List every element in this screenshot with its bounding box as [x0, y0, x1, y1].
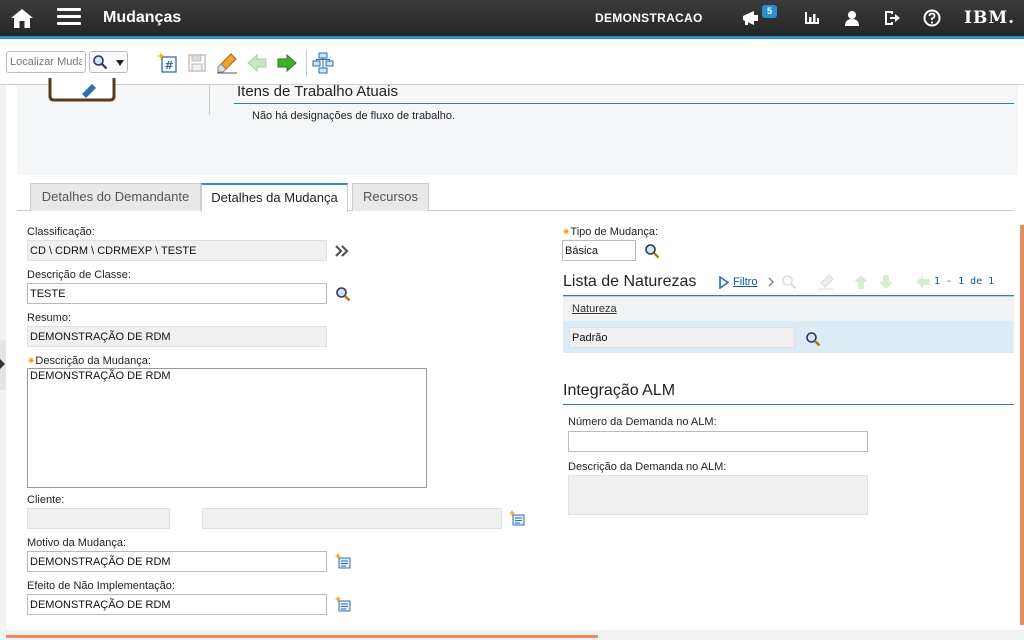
previous-page-disabled-icon — [916, 276, 930, 288]
cliente-label: Cliente: — [27, 494, 65, 506]
scroll-indicator-right — [1020, 225, 1024, 625]
classificacao-label: Classificação: — [27, 226, 95, 238]
filter-link[interactable]: Filtro — [733, 276, 757, 288]
find-record-button[interactable] — [89, 51, 128, 73]
search-icon[interactable] — [644, 243, 660, 259]
home-icon[interactable] — [10, 7, 34, 29]
classificacao-field: CD \ CDRM \ CDRMEXP \ TESTE — [27, 240, 327, 261]
bulletin-board-icon[interactable] — [741, 8, 761, 28]
descricao-classe-field[interactable]: TESTE — [27, 283, 327, 304]
select-value-icon[interactable] — [509, 510, 525, 526]
clipboard-icon — [48, 78, 116, 102]
arrow-down-disabled-icon — [879, 275, 893, 289]
efeito-field[interactable]: DEMONSTRAÇÃO DE RDM — [27, 594, 327, 615]
tab-detalhes-demandante[interactable]: Detalhes do Demandante — [30, 183, 201, 211]
naturezas-title: Lista de Naturezas — [563, 273, 697, 290]
cliente-field — [27, 508, 170, 529]
search-icon — [93, 55, 108, 70]
descricao-mudanca-label-text: Descrição da Mudança: — [35, 355, 151, 367]
work-items-title: Itens de Trabalho Atuais — [237, 83, 398, 100]
descricao-classe-label: Descrição de Classe: — [27, 269, 131, 281]
paging-info: 1 - 1 de 1 — [934, 276, 995, 287]
long-description-icon[interactable] — [335, 596, 351, 612]
expand-arrow-icon — [0, 359, 5, 369]
side-panel-toggle[interactable] — [0, 340, 6, 390]
toolbar: # — [0, 39, 1024, 85]
tab-recursos[interactable]: Recursos — [352, 183, 429, 211]
workflow-icon[interactable] — [312, 52, 334, 74]
report-chart-icon[interactable] — [802, 8, 822, 28]
descricao-demanda-label: Descrição da Demanda no ALM: — [568, 461, 727, 473]
natureza-field: Padrão — [569, 327, 795, 348]
resumo-label: Resumo: — [27, 312, 72, 324]
clear-filter-disabled-icon — [819, 274, 834, 290]
cliente-description-field — [202, 508, 502, 529]
numero-demanda-field[interactable] — [568, 431, 868, 452]
table-row[interactable]: Padrão — [563, 321, 1014, 353]
double-chevron-right-icon[interactable] — [334, 243, 350, 259]
work-items-panel — [17, 85, 1018, 175]
naturezas-table-header: Natureza — [563, 296, 1014, 321]
sign-out-icon[interactable] — [882, 8, 902, 28]
clear-changes-icon[interactable] — [216, 52, 238, 74]
tipo-mudanca-label: ✷Tipo de Mudança: — [562, 226, 658, 238]
resumo-field: DEMONSTRAÇÃO DE RDM — [27, 326, 327, 347]
menu-icon[interactable] — [57, 8, 81, 28]
save-icon[interactable] — [186, 52, 208, 74]
chevron-down-icon — [116, 60, 124, 66]
alm-title: Integração ALM — [563, 382, 676, 399]
tipo-mudanca-field[interactable]: Básica — [562, 240, 636, 261]
arrow-up-disabled-icon — [854, 275, 868, 289]
user-profile-icon[interactable] — [842, 8, 862, 28]
tab-detalhes-mudanca[interactable]: Detalhes da Mudança — [201, 183, 348, 212]
tipo-mudanca-label-text: Tipo de Mudança: — [570, 226, 659, 238]
filter-toggle-icon[interactable] — [719, 276, 729, 289]
descricao-mudanca-textarea[interactable]: DEMONSTRAÇÃO DE RDM — [27, 368, 427, 488]
scroll-indicator-bottom — [6, 635, 598, 638]
ibm-logo: IBM. — [964, 8, 1016, 28]
descricao-demanda-textarea — [568, 475, 868, 515]
numero-demanda-label: Número da Demanda no ALM: — [568, 416, 717, 428]
search-disabled-icon — [782, 275, 797, 290]
descricao-mudanca-label: ✷Descrição da Mudança: — [27, 355, 151, 367]
motivo-field[interactable]: DEMONSTRAÇÃO DE RDM — [27, 551, 327, 572]
search-icon[interactable] — [805, 331, 821, 347]
work-items-title-line — [234, 103, 1014, 104]
chevron-right-icon[interactable] — [767, 277, 775, 287]
efeito-label: Efeito de Não Implementação: — [27, 580, 175, 592]
notification-badge[interactable]: 5 — [762, 5, 777, 18]
column-header-natureza[interactable]: Natureza — [572, 303, 617, 315]
new-record-icon[interactable]: # — [156, 52, 178, 74]
help-icon[interactable] — [922, 8, 942, 28]
motivo-label: Motivo da Mudança: — [27, 537, 127, 549]
next-record-icon[interactable] — [276, 52, 298, 74]
previous-record-icon[interactable] — [246, 52, 268, 74]
svg-text:#: # — [165, 59, 174, 72]
work-items-message: Não há designações de fluxo de trabalho. — [252, 110, 456, 122]
search-icon[interactable] — [335, 286, 351, 302]
organization-name: DEMONSTRACAO — [595, 11, 703, 25]
app-title: Mudanças — [103, 9, 182, 26]
toolbar-separator — [306, 50, 307, 76]
work-items-divider — [209, 85, 210, 115]
find-record-input[interactable] — [6, 51, 86, 73]
long-description-icon[interactable] — [335, 553, 351, 569]
top-bar: Mudanças DEMONSTRACAO 5 IBM. — [0, 0, 1024, 39]
alm-title-line — [563, 404, 1014, 405]
